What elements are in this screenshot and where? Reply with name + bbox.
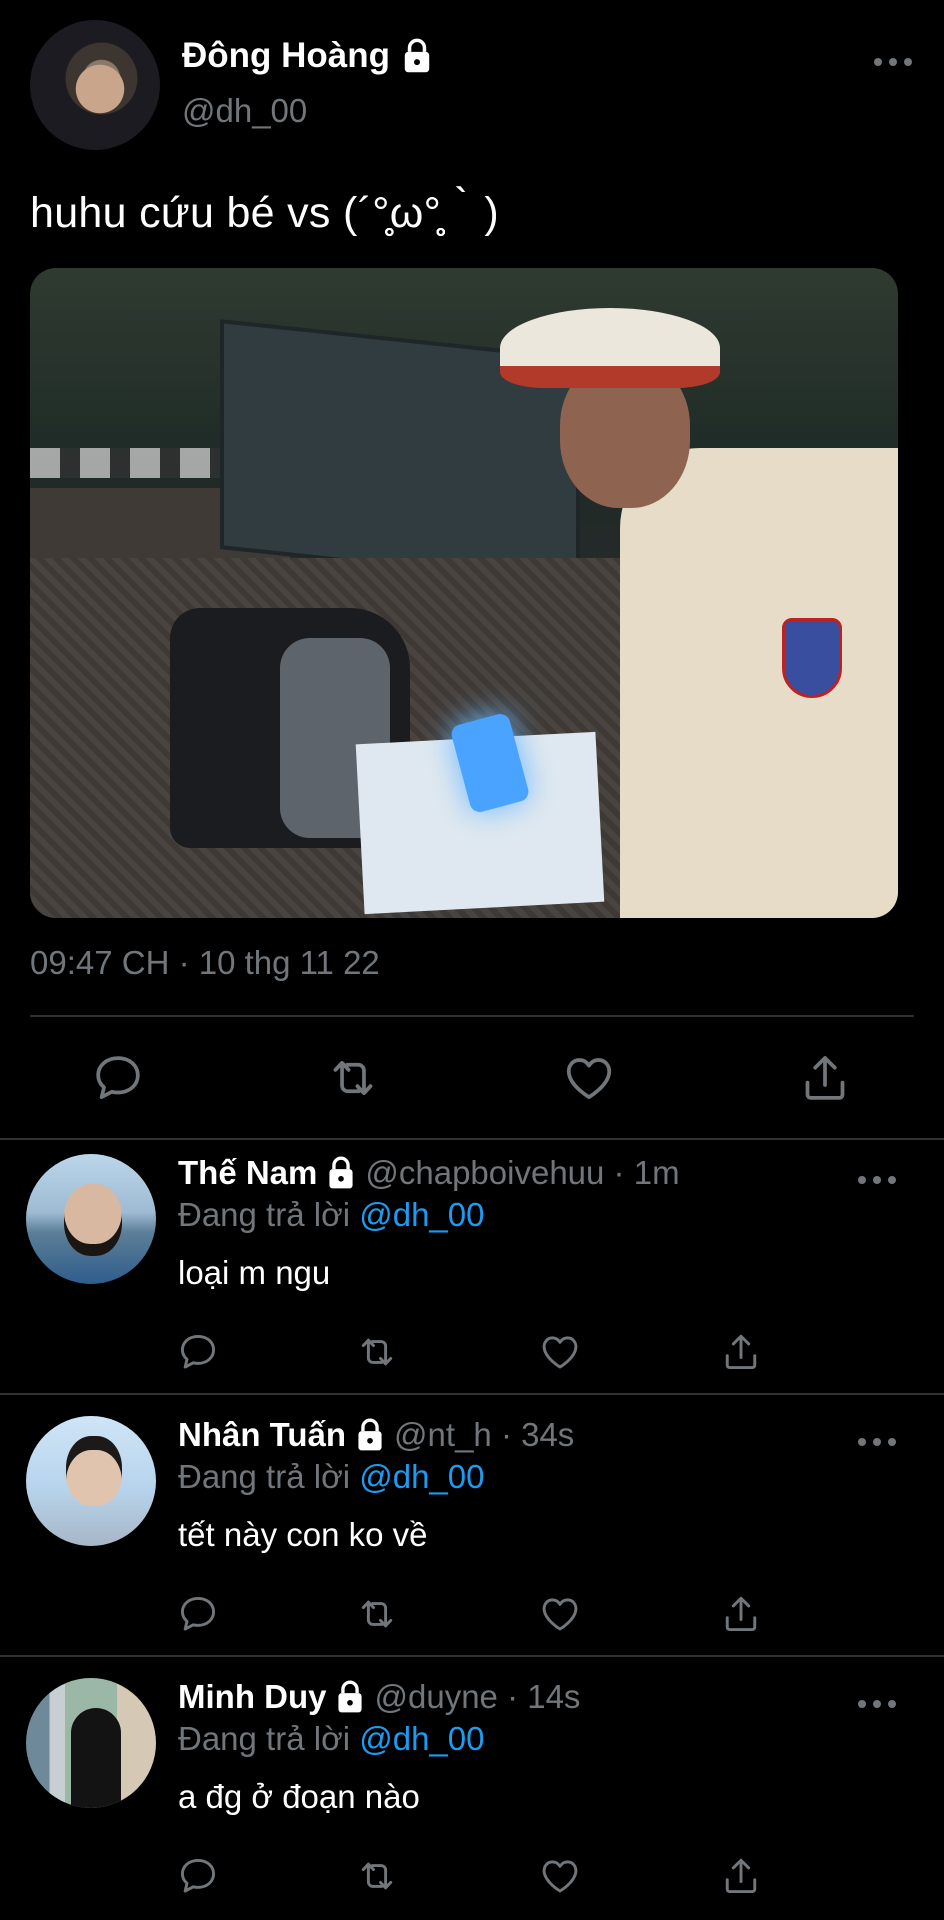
photo-shoulder-badge [782, 618, 842, 698]
lock-icon [325, 1155, 357, 1191]
avatar[interactable] [30, 20, 160, 150]
divider [0, 1393, 944, 1395]
author-handle[interactable]: @dh_00 [182, 92, 307, 130]
retweet-icon[interactable] [355, 1592, 399, 1636]
more-dots-icon[interactable] [874, 56, 914, 68]
reply-header: Minh Duy @duyne · 14s [178, 1678, 580, 1716]
more-dots-icon[interactable] [858, 1174, 898, 1186]
reply-author-name[interactable]: Thế Nam [178, 1154, 317, 1192]
tweet-photo[interactable] [30, 268, 898, 918]
tweet-action-bar [0, 1040, 944, 1110]
lock-icon [354, 1417, 386, 1453]
comment-bubble-icon[interactable] [176, 1854, 220, 1898]
reply-handle-time: @chapboivehuu · 1m [365, 1154, 680, 1191]
author-name-row: Đông Hoàng [182, 36, 434, 76]
replying-to: Đang trả lời @dh_00 [178, 1720, 484, 1758]
photo-barrier [30, 448, 230, 478]
reply-author-name[interactable]: Nhân Tuấn [178, 1416, 346, 1454]
more-dots-icon[interactable] [858, 1698, 898, 1710]
reply-tweet[interactable]: Thế Nam @chapboivehuu · 1m Đang trả lời … [0, 1136, 944, 1394]
reply-text: loại m ngu [178, 1254, 331, 1291]
divider [0, 1655, 944, 1657]
comment-bubble-icon[interactable] [176, 1330, 220, 1374]
photo-officer-cap [500, 308, 720, 388]
lock-icon [400, 37, 434, 75]
photo-officer-body [620, 448, 898, 918]
lock-icon [334, 1679, 366, 1715]
reply-text: a đg ở đoạn nào [178, 1778, 420, 1815]
replying-to: Đang trả lời @dh_00 [178, 1458, 484, 1496]
mention-link[interactable]: @dh_00 [359, 1196, 484, 1233]
reply-header: Nhân Tuấn @nt_h · 34s [178, 1416, 574, 1454]
mention-link[interactable]: @dh_00 [359, 1720, 484, 1757]
tweet-text: huhu cứu bé vs (´°̥̥̥̥̥̥̥̥ω°̥̥̥̥̥̥̥̥｀) [30, 189, 499, 237]
heart-icon[interactable] [561, 1050, 617, 1106]
avatar[interactable] [26, 1678, 156, 1808]
reply-text: tết này con ko về [178, 1516, 428, 1553]
share-upload-icon[interactable] [719, 1854, 763, 1898]
heart-icon[interactable] [538, 1330, 582, 1374]
author-name[interactable]: Đông Hoàng [182, 36, 390, 76]
comment-bubble-icon[interactable] [90, 1050, 146, 1106]
more-dots-icon[interactable] [858, 1436, 898, 1448]
tweet-timestamp[interactable]: 09:47 CH · 10 thg 11 22 [30, 944, 380, 982]
share-upload-icon[interactable] [719, 1330, 763, 1374]
replying-to: Đang trả lời @dh_00 [178, 1196, 484, 1234]
replying-to-label: Đang trả lời [178, 1458, 360, 1495]
replying-to-label: Đang trả lời [178, 1720, 360, 1757]
replying-to-label: Đang trả lời [178, 1196, 360, 1233]
retweet-icon[interactable] [325, 1050, 381, 1106]
avatar[interactable] [26, 1416, 156, 1546]
share-upload-icon[interactable] [719, 1592, 763, 1636]
retweet-icon[interactable] [355, 1330, 399, 1374]
reply-tweet[interactable]: Minh Duy @duyne · 14s Đang trả lời @dh_0… [0, 1660, 944, 1920]
heart-icon[interactable] [538, 1854, 582, 1898]
divider [30, 1015, 914, 1017]
reply-handle-time: @nt_h · 34s [394, 1416, 575, 1453]
heart-icon[interactable] [538, 1592, 582, 1636]
mention-link[interactable]: @dh_00 [359, 1458, 484, 1495]
reply-tweet[interactable]: Nhân Tuấn @nt_h · 34s Đang trả lời @dh_0… [0, 1398, 944, 1656]
comment-bubble-icon[interactable] [176, 1592, 220, 1636]
share-upload-icon[interactable] [797, 1050, 853, 1106]
reply-author-name[interactable]: Minh Duy [178, 1678, 326, 1716]
avatar[interactable] [26, 1154, 156, 1284]
retweet-icon[interactable] [355, 1854, 399, 1898]
reply-handle-time: @duyne · 14s [374, 1678, 581, 1715]
reply-header: Thế Nam @chapboivehuu · 1m [178, 1154, 680, 1192]
